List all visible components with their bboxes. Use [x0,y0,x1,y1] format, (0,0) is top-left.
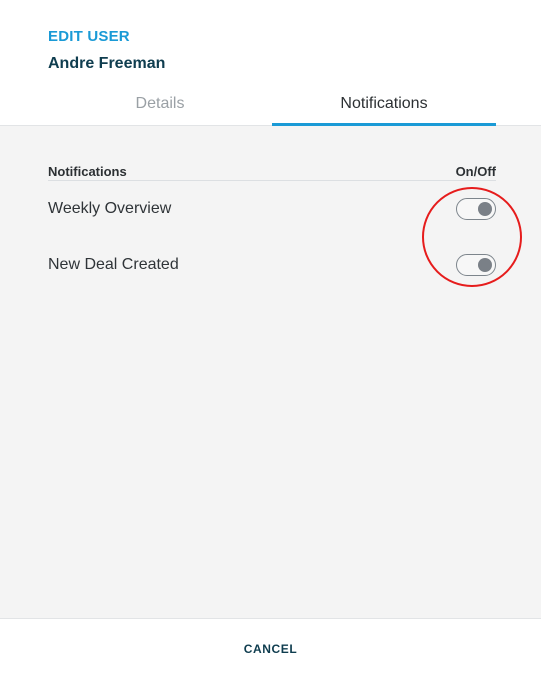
user-name: Andre Freeman [48,55,166,72]
onoff-column-label: On/Off [455,163,496,179]
notifications-list-header: Notifications On/Off [48,162,496,181]
tab-notifications[interactable]: Notifications [272,92,496,126]
dialog-header: EDIT USER Andre Freeman Details Notifica… [0,0,541,126]
dialog-eyebrow-title: EDIT USER [48,28,130,45]
cancel-button[interactable]: CANCEL [228,634,314,664]
notification-label: Weekly Overview [48,200,172,217]
tab-notifications-label: Notifications [340,95,428,112]
notifications-list: Notifications On/Off Weekly Overview New… [48,162,496,293]
dialog-footer: CANCEL [0,618,541,678]
tab-bar: Details Notifications [48,92,496,126]
notification-row-new-deal-created: New Deal Created [48,237,496,293]
tab-details[interactable]: Details [48,92,272,126]
notification-label: New Deal Created [48,256,179,273]
notifications-panel: Notifications On/Off Weekly Overview New… [0,126,541,618]
toggle-knob [478,202,492,216]
tab-details-label: Details [135,95,185,112]
weekly-overview-toggle[interactable] [456,198,496,220]
notification-row-weekly-overview: Weekly Overview [48,181,496,237]
notifications-column-label: Notifications [48,163,127,179]
toggle-knob [478,258,492,272]
new-deal-created-toggle[interactable] [456,254,496,276]
